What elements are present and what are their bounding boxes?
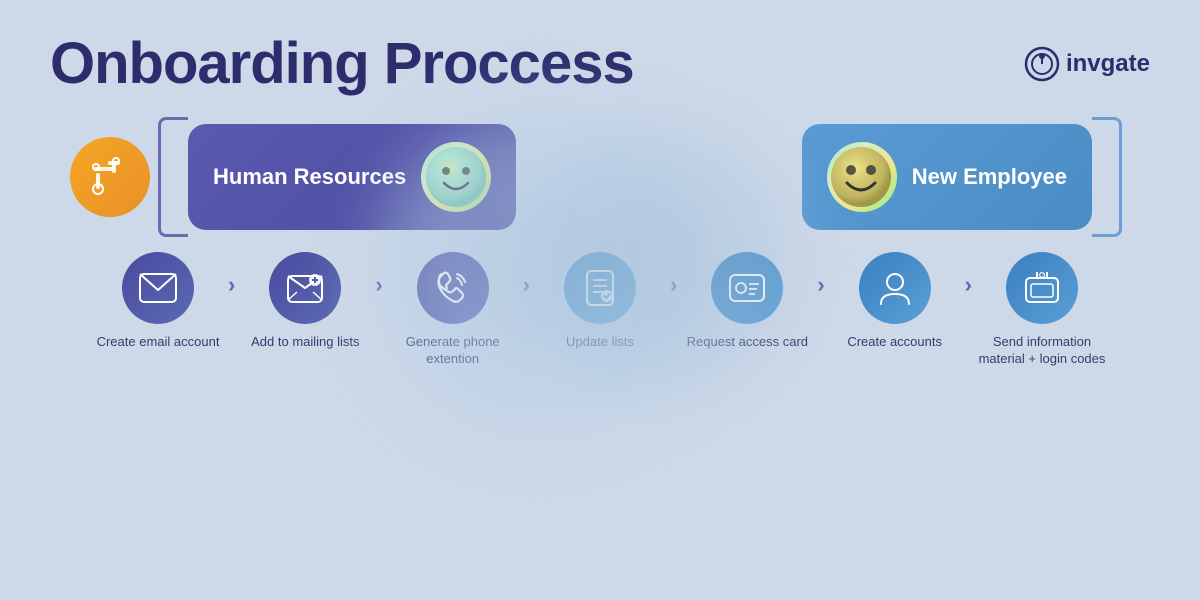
hr-face-emoji (421, 142, 491, 212)
main-container: Onboarding Proccess invgate (0, 0, 1200, 600)
content-area: Human Resources (50, 117, 1150, 368)
step-circle-send (1006, 252, 1078, 324)
employee-card: New Employee (802, 124, 1092, 230)
page-title: Onboarding Proccess (50, 30, 634, 97)
step-circle-phone (417, 252, 489, 324)
step-circle-lists (564, 252, 636, 324)
step-label-email: Create email account (97, 334, 220, 351)
step-circle-email (122, 252, 194, 324)
bracket-right (1092, 117, 1122, 237)
step-label-update: Update lists (566, 334, 634, 351)
step-label-accounts: Create accounts (847, 334, 942, 351)
step-send-info: Send information material + login codes (972, 252, 1112, 368)
step-update-lists: Update lists (530, 252, 670, 351)
arrow-2: › (375, 252, 382, 298)
hr-card-label: Human Resources (213, 163, 406, 192)
header: Onboarding Proccess invgate (50, 30, 1150, 97)
step-circle-access (711, 252, 783, 324)
right-actor-group: New Employee (802, 117, 1130, 237)
invgate-logo-icon (1024, 46, 1060, 82)
step-access-card: Request access card (677, 252, 817, 351)
step-phone-ext: Generate phone extention (383, 252, 523, 368)
arrow-6: › (965, 252, 972, 298)
arrow-3: › (523, 252, 530, 298)
left-actor-group: Human Resources (70, 117, 516, 237)
actors-row: Human Resources (50, 117, 1150, 237)
step-create-email: Create email account (88, 252, 228, 351)
hr-card: Human Resources (188, 124, 516, 230)
arrow-4: › (670, 252, 677, 298)
step-label-phone: Generate phone extention (383, 334, 523, 368)
logo-text: invgate (1066, 50, 1150, 78)
bracket-left (158, 117, 188, 237)
robot-icon (70, 137, 150, 217)
arrow-1: › (228, 252, 235, 298)
employee-card-label: New Employee (912, 163, 1067, 192)
step-mailing-lists: Add to mailing lists (235, 252, 375, 351)
arrow-5: › (817, 252, 824, 298)
step-label-mailing: Add to mailing lists (251, 334, 359, 351)
step-label-send: Send information material + login codes (972, 334, 1112, 368)
step-create-accounts: Create accounts (825, 252, 965, 351)
step-circle-mailing (269, 252, 341, 324)
steps-row: Create email account › Add to ma (50, 252, 1150, 368)
invgate-logo: invgate (1024, 46, 1150, 82)
employee-face-emoji (827, 142, 897, 212)
step-label-access: Request access card (687, 334, 808, 351)
step-circle-accounts (859, 252, 931, 324)
